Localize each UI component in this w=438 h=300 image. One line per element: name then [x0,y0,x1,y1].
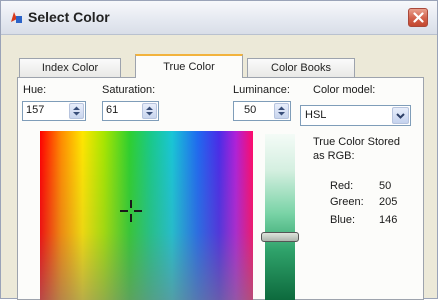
dialog-title: Select Color [28,9,110,25]
color-model-value: HSL [305,109,327,121]
app-icon [9,10,23,24]
title-bar[interactable]: Select Color [1,1,437,35]
tab-label: Color Books [271,62,331,74]
saturation-value: 61 [106,104,119,116]
luminance-slider-handle[interactable] [261,232,299,242]
rgb-caption-line1: True Color Stored [313,136,401,148]
rgb-caption-line2: as RGB: [313,150,355,162]
color-model-select[interactable]: HSL [300,105,411,126]
close-button[interactable] [408,8,428,27]
select-color-dialog: Select Color Index Color True Color Colo… [0,0,438,300]
blue-label: Blue: [330,214,356,226]
crosshair-icon[interactable] [118,198,144,224]
tab-label: True Color [163,61,215,73]
spin-arrows-icon[interactable] [142,103,157,119]
spin-arrows-icon[interactable] [69,103,84,119]
red-value: 50 [379,180,392,192]
luminance-slider[interactable] [265,134,295,300]
green-label: Green: [330,196,364,208]
tab-label: Index Color [41,62,99,74]
saturation-spinner[interactable]: 61 [102,101,159,121]
tab-true-color[interactable]: True Color [135,54,243,78]
hue-label: Hue: [23,84,47,96]
saturation-label: Saturation: [102,84,156,96]
chevron-down-icon[interactable] [392,107,409,124]
red-label: Red: [330,180,354,192]
color-model-label: Color model: [313,84,376,96]
tab-index-color[interactable]: Index Color [19,58,121,77]
hue-value: 157 [26,104,45,116]
green-value: 205 [379,196,398,208]
luminance-spinner[interactable]: 50 [233,101,291,121]
hue-spinner[interactable]: 157 [22,101,86,121]
close-icon [413,12,424,23]
color-spectrum[interactable] [40,131,253,300]
spin-arrows-icon[interactable] [274,103,289,119]
blue-value: 146 [379,214,398,226]
tab-color-books[interactable]: Color Books [247,58,355,77]
luminance-label: Luminance: [233,84,290,96]
luminance-value: 50 [244,104,257,116]
